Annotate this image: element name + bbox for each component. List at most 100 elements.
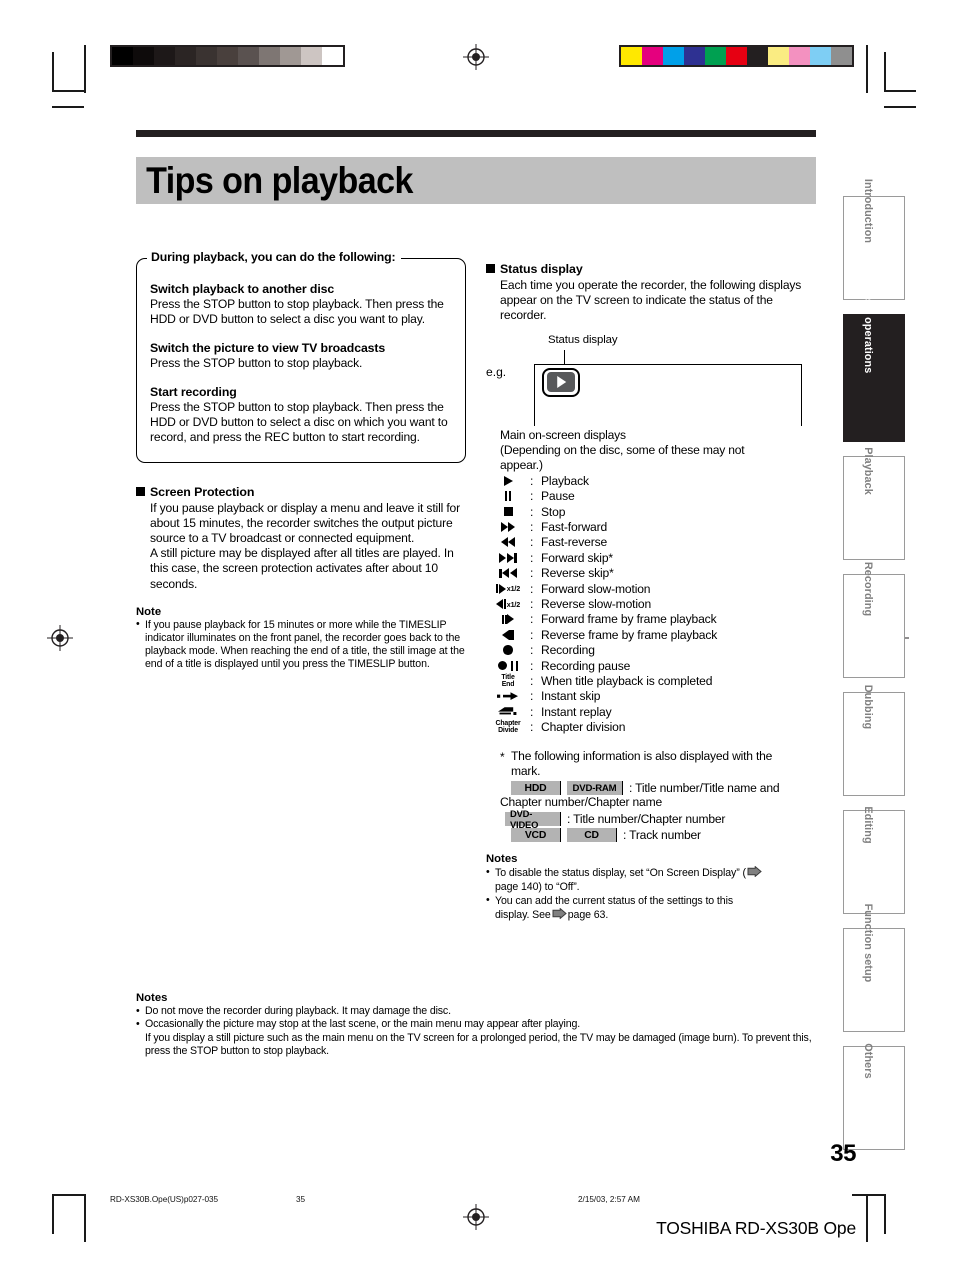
page-title-band: Tips on playback <box>136 157 816 204</box>
status-icon-label: When title playback is completed <box>541 673 713 688</box>
registration-target-left <box>47 625 73 651</box>
footer-page-num: 35 <box>296 1195 306 1204</box>
sidebar-tab-playback[interactable]: Playback <box>843 447 905 560</box>
stop-icon <box>503 507 513 517</box>
status-icon-label: Reverse skip* <box>541 566 614 581</box>
note-item: • You can add the current status of the s… <box>486 894 816 922</box>
callout-heading-3: Start recording <box>150 385 237 400</box>
section-bullet-square-icon <box>136 486 145 496</box>
status-icon-legend-item: : Recording <box>486 643 816 658</box>
chapter-divide-icon: Chapter Divide <box>495 719 521 735</box>
fast-forward-icon <box>500 522 516 533</box>
icon-cell <box>486 504 530 519</box>
status-icon-legend-item: : Fast-forward <box>486 519 816 534</box>
note-text-line2b: page 63. <box>567 909 609 922</box>
icon-cell: Title End <box>486 673 530 688</box>
footer-brand: TOSHIBA RD-XS30B Ope <box>656 1218 856 1238</box>
color-swatch <box>621 47 642 65</box>
badge-dvd-video: DVD-VIDEO <box>505 808 561 830</box>
reverse-frame-step-icon <box>501 629 515 640</box>
bullet-dot-icon: • <box>136 618 140 631</box>
colon-separator: : <box>530 720 534 735</box>
icon-cell <box>486 489 530 504</box>
icon-cell: Chapter Divide <box>486 719 530 734</box>
colon-separator: : <box>530 535 534 550</box>
status-icon-legend-item: : Fast-reverse <box>486 535 816 550</box>
badge-row-vcd-cd: VCD CD : Track number <box>511 828 816 843</box>
colon-separator: : <box>530 612 534 627</box>
play-icon <box>503 475 513 486</box>
status-icon-legend-item: : Instant replay <box>486 704 816 719</box>
icon-cell <box>486 566 530 581</box>
colon-separator: : <box>530 489 534 504</box>
icon-cell <box>486 658 530 673</box>
gray-step <box>259 47 280 65</box>
status-icon-legend-item: : Pause <box>486 489 816 504</box>
page-arrow-icon <box>552 908 567 920</box>
right-column: Status display Each time you operate the… <box>486 262 816 923</box>
color-swatch <box>747 47 768 65</box>
footer-filename: RD-XS30B.Ope(US)p027-035 <box>110 1195 219 1204</box>
sidebar-tab-dubbing[interactable]: Dubbing <box>843 685 905 796</box>
colon-separator: : <box>530 504 534 519</box>
bottom-notes-list: • Do not move the recorder during playbac… <box>136 1005 826 1058</box>
onscreen-displays-line-2: (Depending on the disc, some of these ma… <box>500 442 745 457</box>
note-text: Occasionally the picture may stop at the… <box>145 1018 581 1031</box>
status-display-heading-label: Status display <box>500 262 583 276</box>
status-icon-label: Fast-reverse <box>541 535 608 550</box>
note-text: To disable the status display, set “On S… <box>495 867 746 880</box>
status-icon-label: Recording pause <box>541 658 631 673</box>
screen-protection-body-1: If you pause playback or display a menu … <box>150 500 461 545</box>
color-swatch <box>663 47 684 65</box>
colon-separator: : <box>530 566 534 581</box>
bottom-notes-section: Notes • Do not move the recorder during p… <box>136 992 826 1058</box>
sidebar-tab-editing[interactable]: Editing <box>843 806 905 914</box>
status-notes-heading: Notes <box>486 853 518 866</box>
gray-step <box>217 47 238 65</box>
gray-step <box>175 47 196 65</box>
sidebar-tab-function-setup[interactable]: Function setup <box>843 904 905 1032</box>
sidebar-tab-basic-operations[interactable]: Basic operations <box>843 285 905 442</box>
left-column: During playback, you can do the followin… <box>136 250 466 673</box>
callout-heading-2: Switch the picture to view TV broadcasts <box>150 341 386 356</box>
icon-cell <box>486 473 530 488</box>
gray-step <box>154 47 175 65</box>
icon-cell <box>486 612 530 627</box>
bullet-dot-icon: • <box>486 865 490 878</box>
sidebar-tab-label: Others <box>862 1043 874 1079</box>
color-swatch <box>642 47 663 65</box>
sidebar-tab-recording[interactable]: Recording <box>843 562 905 678</box>
sidebar-tab-label: Dubbing <box>862 684 874 730</box>
gray-step <box>238 47 259 65</box>
status-icon-label: Playback <box>541 473 589 488</box>
color-swatch <box>726 47 747 65</box>
status-icon-legend-item: x1/2: Reverse slow-motion <box>486 596 816 611</box>
onscreen-displays-line-3: appear.) <box>500 458 543 473</box>
note-item: • Do not move the recorder during playbac… <box>136 1005 826 1018</box>
status-display-diagram-caption: Status display <box>548 333 618 346</box>
registration-target-top <box>463 44 489 70</box>
status-icon-legend-item: : Playback <box>486 473 816 488</box>
note-text: You can add the current status of the se… <box>495 894 734 907</box>
status-icon-label: Pause <box>541 489 575 504</box>
sidebar-tab-others[interactable]: Others <box>843 1043 905 1150</box>
icon-cell <box>486 704 530 719</box>
status-icon-legend-item: : Reverse skip* <box>486 566 816 581</box>
section-bullet-square-icon <box>486 264 495 273</box>
status-icon-legend-item: Chapter Divide: Chapter division <box>486 719 816 734</box>
status-display-heading: Status display <box>486 262 816 276</box>
status-icon-label: Forward frame by frame playback <box>541 612 717 627</box>
sidebar-tab-label: Function setup <box>862 903 874 983</box>
badge-vcd: VCD <box>511 828 561 843</box>
icon-cell <box>486 535 530 550</box>
status-icon-label: Fast-forward <box>541 520 608 535</box>
sidebar-tab-label: Recording <box>862 561 874 617</box>
sidebar-tab-introduction[interactable]: Introduction <box>843 179 905 300</box>
grayscale-step-wedge <box>110 45 345 67</box>
status-icon-legend-item: : Recording pause <box>486 658 816 673</box>
sidebar-tab-label: Introduction <box>862 178 874 244</box>
color-swatch <box>831 47 852 65</box>
status-display-notes: Notes • To disable the status display, se… <box>486 853 816 922</box>
callout-body-3: Press the STOP button to stop playback. … <box>150 400 448 445</box>
colon-separator: : <box>530 597 534 612</box>
